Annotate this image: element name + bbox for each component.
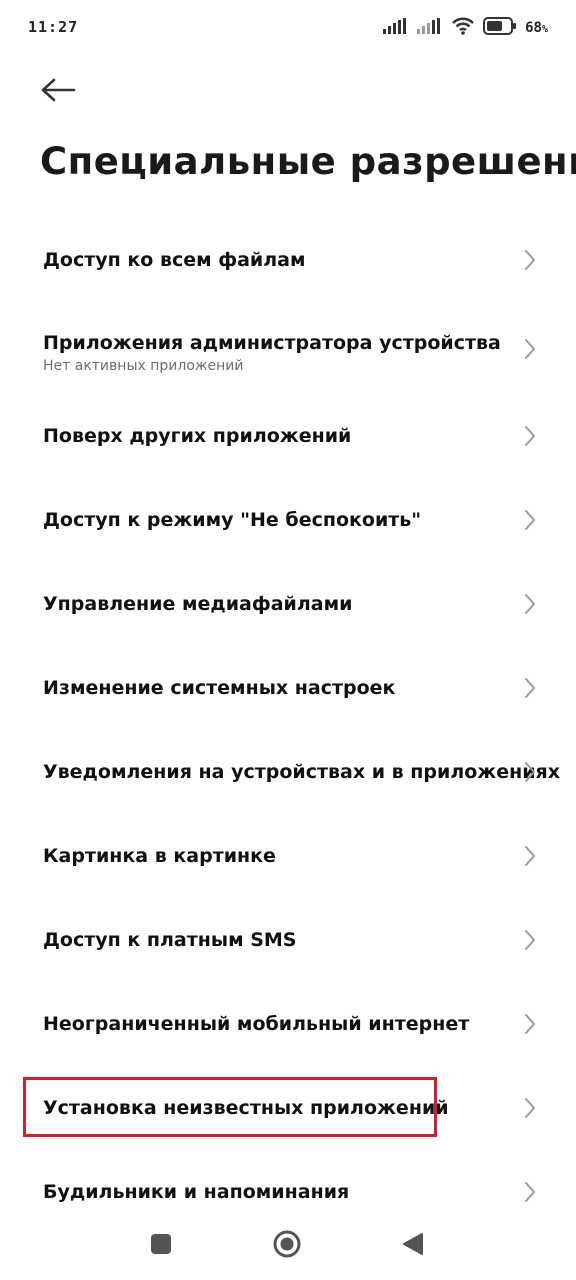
perm-item-label: Управление медиафайлами: [43, 593, 353, 615]
chevron-right-icon: [525, 594, 535, 614]
perm-item-label: Установка неизвестных приложений: [43, 1097, 449, 1119]
chevron-right-icon: [525, 1014, 535, 1034]
status-icons: 68%: [383, 16, 548, 40]
perm-item-display-over-other-apps[interactable]: Поверх других приложений: [0, 394, 576, 478]
perm-item-label: Доступ к режиму "Не беспокоить": [43, 509, 422, 531]
recents-icon[interactable]: [151, 1234, 171, 1254]
perm-item-label: Картинка в картинке: [43, 845, 276, 867]
back-button[interactable]: [38, 72, 78, 112]
signal-icon: [383, 18, 409, 38]
perm-item-all-files-access[interactable]: Доступ ко всем файлам: [0, 218, 576, 302]
screen: 11:27 68% Специальные разрешения Доступ …: [0, 0, 576, 1280]
perm-item-media-management[interactable]: Управление медиафайлами: [0, 562, 576, 646]
battery-percentage: 68%: [525, 20, 548, 36]
battery-icon: [483, 17, 517, 39]
chevron-right-icon: [525, 426, 535, 446]
perm-item-device-admin-apps[interactable]: Приложения администратора устройства Нет…: [0, 302, 576, 396]
status-time: 11:27: [28, 18, 79, 36]
perm-item-label: Неограниченный мобильный интернет: [43, 1013, 470, 1035]
status-bar: 11:27 68%: [0, 0, 576, 60]
perm-item-picture-in-picture[interactable]: Картинка в картинке: [0, 814, 576, 898]
perm-item-do-not-disturb-access[interactable]: Доступ к режиму "Не беспокоить": [0, 478, 576, 562]
perm-item-modify-system-settings[interactable]: Изменение системных настроек: [0, 646, 576, 730]
perm-item-notifications-access[interactable]: Уведомления на устройствах и в приложени…: [0, 730, 576, 814]
perm-item-label: Изменение системных настроек: [43, 677, 396, 699]
battery-unit: %: [541, 24, 548, 35]
wifi-icon: [451, 17, 475, 39]
perm-item-label: Поверх других приложений: [43, 425, 352, 447]
home-icon[interactable]: [273, 1230, 301, 1258]
perm-item-label: Доступ ко всем файлам: [43, 249, 306, 271]
perm-item-label: Доступ к платным SMS: [43, 929, 297, 951]
perm-item-label: Будильники и напоминания: [43, 1181, 350, 1203]
perm-item-premium-sms[interactable]: Доступ к платным SMS: [0, 898, 576, 982]
page-title: Специальные разрешения: [40, 140, 576, 183]
back-icon[interactable]: [402, 1232, 424, 1256]
chevron-right-icon: [525, 339, 535, 359]
chevron-right-icon: [525, 250, 535, 270]
perm-item-subtitle: Нет активных приложений: [43, 358, 244, 374]
chevron-right-icon: [525, 678, 535, 698]
signal-icon: [417, 18, 443, 38]
chevron-right-icon: [525, 510, 535, 530]
perm-item-label: Приложения администратора устройства: [43, 332, 501, 354]
chevron-right-icon: [525, 762, 535, 782]
nav-bar: [0, 1210, 576, 1280]
chevron-right-icon: [525, 1098, 535, 1118]
chevron-right-icon: [525, 1182, 535, 1202]
perm-item-unrestricted-data[interactable]: Неограниченный мобильный интернет: [0, 982, 576, 1066]
chevron-right-icon: [525, 846, 535, 866]
perm-item-install-unknown-apps[interactable]: Установка неизвестных приложений: [0, 1066, 576, 1150]
arrow-left-icon: [40, 78, 76, 106]
chevron-right-icon: [525, 930, 535, 950]
perm-item-label: Уведомления на устройствах и в приложени…: [43, 761, 560, 783]
battery-level-value: 68: [525, 20, 542, 36]
